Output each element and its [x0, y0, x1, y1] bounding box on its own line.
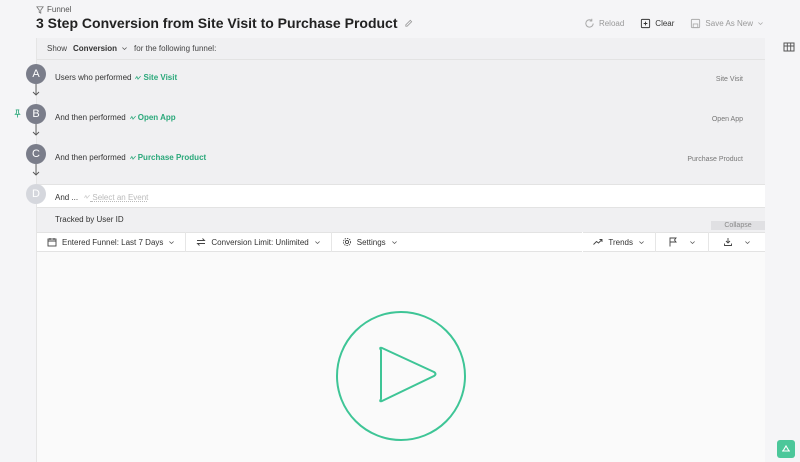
clear-label: Clear — [655, 19, 675, 28]
clear-button[interactable]: Clear — [640, 18, 674, 29]
pin-icon[interactable] — [13, 109, 22, 118]
collapse-button[interactable]: Collapse — [711, 221, 765, 230]
flag-dropdown[interactable] — [656, 232, 709, 252]
breadcrumb[interactable]: Funnel — [36, 5, 71, 14]
download-icon — [724, 238, 732, 246]
funnel-panel: Show Conversion for the following funnel… — [36, 38, 765, 462]
step-text: And then performed Open App — [55, 113, 176, 122]
step-event-link[interactable]: Purchase Product — [129, 153, 207, 162]
step-row-c[interactable]: And then performed Purchase Product Purc… — [37, 144, 765, 184]
chart-area — [37, 252, 765, 462]
event-icon — [135, 75, 142, 80]
metric-dropdown[interactable]: Conversion — [73, 44, 128, 53]
arrow-down-icon — [32, 124, 40, 136]
play-icon[interactable] — [335, 310, 467, 442]
show-prefix: Show — [47, 44, 68, 53]
trends-label: Trends — [608, 237, 633, 247]
step-event: Purchase Product — [137, 153, 207, 162]
settings-label: Settings — [356, 237, 386, 247]
step-right-label: Purchase Product — [687, 156, 743, 163]
step-badge-a: A — [26, 64, 46, 84]
step-row-b[interactable]: And then performed Open App Open App — [37, 104, 765, 144]
funnel-icon — [36, 5, 44, 14]
chevron-down-icon — [745, 240, 750, 244]
step-text: Users who performed Site Visit — [55, 73, 177, 82]
conversion-limit-dropdown[interactable]: Conversion Limit: Unlimited — [186, 232, 332, 252]
step-event-link[interactable]: Open App — [129, 113, 176, 122]
add-step-row: And ... Select an Event — [37, 184, 765, 208]
reload-button[interactable]: Reload — [584, 18, 624, 29]
export-dropdown[interactable] — [709, 232, 765, 252]
metric-label: Conversion — [73, 44, 118, 53]
reload-label: Reload — [598, 19, 625, 28]
chart-toolbar: Entered Funnel: Last 7 Days Conversion L… — [37, 232, 765, 252]
step-event: Open App — [137, 113, 176, 122]
arrow-down-icon — [32, 84, 40, 96]
step-badge-b: B — [26, 104, 46, 124]
chevron-down-icon — [758, 22, 763, 26]
show-suffix: for the following funnel: — [134, 44, 217, 53]
step-label: And then performed — [55, 113, 126, 122]
chevron-down-icon — [169, 240, 175, 244]
help-widget-button[interactable] — [777, 440, 795, 458]
arrow-down-icon — [32, 164, 40, 176]
swap-icon — [196, 238, 206, 246]
tracked-row: Tracked by User ID Collapse — [37, 208, 765, 232]
calendar-icon — [47, 238, 57, 247]
flag-icon — [669, 237, 677, 247]
step-text: And then performed Purchase Product — [55, 153, 206, 162]
chevron-down-icon — [122, 47, 127, 51]
trends-dropdown[interactable]: Trends — [582, 232, 656, 252]
chevron-down-icon — [391, 240, 397, 244]
conversion-limit-label: Conversion Limit: Unlimited — [211, 237, 309, 247]
event-icon — [84, 194, 91, 199]
breadcrumb-label: Funnel — [47, 5, 72, 14]
event-icon — [129, 115, 136, 120]
chevron-down-icon — [690, 240, 695, 244]
trend-line-icon — [593, 239, 603, 245]
step-badge-c: C — [26, 144, 46, 164]
event-icon — [129, 155, 136, 160]
select-event-placeholder: Select an Event — [92, 193, 149, 202]
chevron-down-icon — [314, 240, 320, 244]
header-actions: Reload Clear Save As New — [584, 18, 764, 29]
add-step-label: And ... — [55, 193, 79, 202]
clear-icon — [641, 18, 651, 29]
step-label: And then performed — [55, 153, 126, 162]
chat-icon — [782, 444, 790, 452]
gear-icon — [342, 237, 351, 247]
chevron-down-icon — [639, 240, 644, 244]
select-event-input[interactable]: Select an Event — [84, 193, 148, 202]
step-right-label: Site Visit — [715, 76, 743, 83]
funnel-steps: Users who performed Site Visit Site Visi… — [37, 60, 765, 184]
step-right-label: Open App — [711, 116, 743, 123]
save-as-new-label: Save As New — [705, 19, 753, 28]
report-title: 3 Step Conversion from Site Visit to Pur… — [36, 15, 398, 31]
step-badge-d: D — [26, 184, 46, 204]
save-as-new-button[interactable]: Save As New — [690, 18, 764, 29]
show-row: Show Conversion for the following funnel… — [37, 38, 765, 60]
step-event: Site Visit — [143, 73, 178, 82]
settings-dropdown[interactable]: Settings — [332, 232, 408, 252]
entered-funnel-label: Entered Funnel: Last 7 Days — [62, 237, 164, 247]
page-header: Funnel 3 Step Conversion from Site Visit… — [0, 0, 800, 38]
save-icon — [691, 18, 701, 29]
page-title: 3 Step Conversion from Site Visit to Pur… — [36, 15, 413, 31]
step-event-link[interactable]: Site Visit — [135, 73, 177, 82]
tracked-label: Tracked by User ID — [55, 215, 124, 224]
step-label: Users who performed — [55, 73, 132, 82]
reload-icon — [585, 18, 594, 28]
edit-title-icon[interactable] — [404, 19, 413, 28]
table-view-icon[interactable] — [782, 40, 796, 54]
add-step-text: And ... Select an Event — [55, 193, 148, 202]
entered-funnel-dropdown[interactable]: Entered Funnel: Last 7 Days — [37, 232, 187, 252]
step-row-a[interactable]: Users who performed Site Visit Site Visi… — [37, 64, 765, 104]
